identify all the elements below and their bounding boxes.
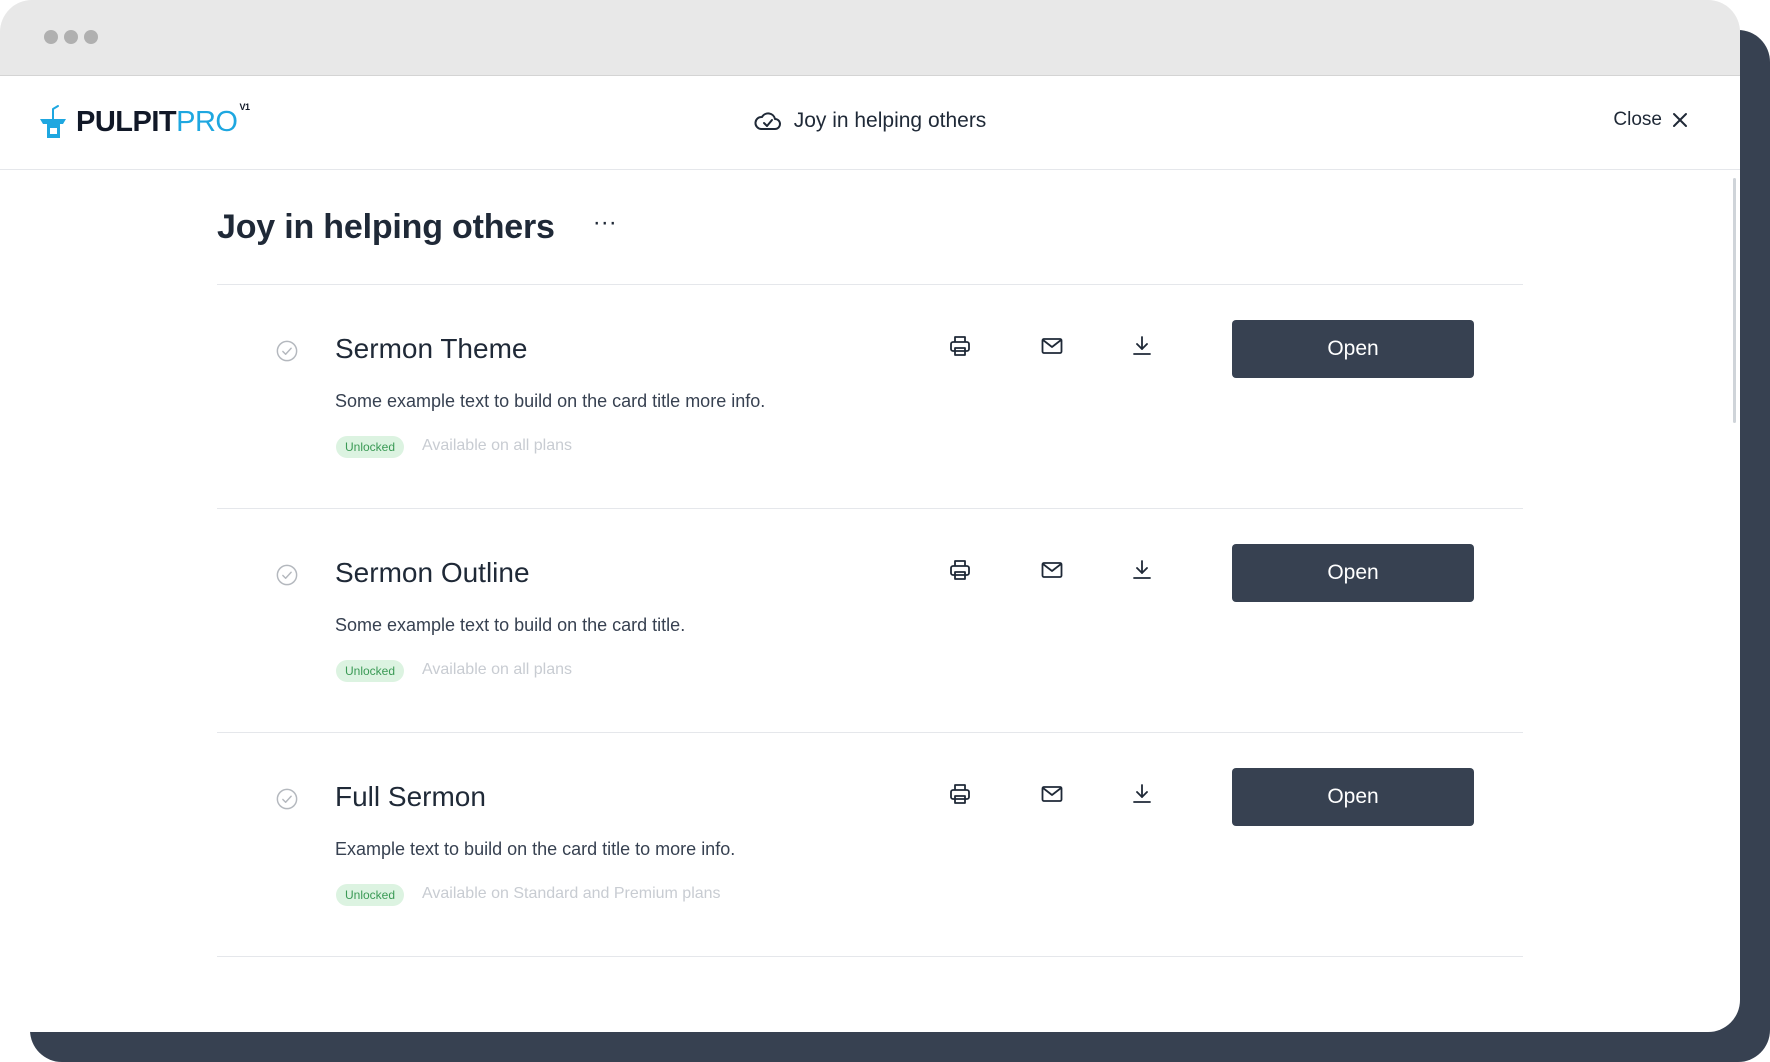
download-icon: [1133, 784, 1151, 803]
printer-icon: [950, 336, 970, 356]
window-dot-close[interactable]: [44, 30, 58, 44]
page-heading: Joy in helping others ···: [217, 170, 1523, 284]
header-title: Joy in helping others: [0, 109, 1740, 133]
main-content: Joy in helping others ··· Sermon Theme S…: [217, 170, 1523, 957]
check-circle-icon[interactable]: [276, 340, 298, 362]
download-button[interactable]: [1128, 780, 1156, 808]
availability-text: Available on Standard and Premium plans: [422, 885, 721, 902]
print-button[interactable]: [946, 556, 974, 584]
window-controls: [44, 30, 98, 44]
email-button[interactable]: [1038, 780, 1066, 808]
availability-text: Available on all plans: [422, 661, 573, 678]
mail-icon: [1041, 338, 1063, 354]
window-titlebar: [0, 0, 1740, 76]
window-dot-maximize[interactable]: [84, 30, 98, 44]
header-title-text: Joy in helping others: [793, 109, 987, 132]
resource-card-sermon-outline: Sermon Outline Some example text to buil…: [217, 509, 1523, 732]
resource-card-full-sermon: Full Sermon Example text to build on the…: [217, 733, 1523, 956]
email-button[interactable]: [1038, 556, 1066, 584]
status-badge: Unlocked: [336, 884, 405, 906]
browser-window: PULPITPRO V1 Joy in helping others Close …: [0, 0, 1740, 1032]
window-dot-minimize[interactable]: [64, 30, 78, 44]
card-title: Sermon Theme: [335, 333, 528, 364]
cloud-check-icon: [754, 112, 781, 130]
mail-icon: [1041, 562, 1063, 578]
email-button[interactable]: [1038, 332, 1066, 360]
card-title: Sermon Outline: [335, 557, 530, 588]
open-button[interactable]: Open: [1232, 544, 1474, 602]
status-badge: Unlocked: [336, 660, 405, 682]
status-badge: Unlocked: [336, 436, 405, 458]
card-title: Full Sermon: [335, 781, 486, 812]
download-icon: [1133, 560, 1151, 579]
vertical-scrollbar[interactable]: [1733, 178, 1736, 423]
availability-text: Available on all plans: [422, 437, 573, 454]
download-button[interactable]: [1128, 332, 1156, 360]
close-icon: [1673, 113, 1687, 127]
more-options-button[interactable]: ···: [593, 211, 617, 243]
close-button[interactable]: Close: [1613, 109, 1688, 131]
print-button[interactable]: [946, 780, 974, 808]
card-description: Some example text to build on the card t…: [335, 391, 766, 411]
printer-icon: [950, 784, 970, 804]
print-button[interactable]: [946, 332, 974, 360]
card-description: Some example text to build on the card t…: [335, 615, 686, 635]
card-description: Example text to build on the card title …: [335, 839, 736, 859]
app-header: PULPITPRO V1 Joy in helping others Close: [0, 76, 1740, 170]
download-button[interactable]: [1128, 556, 1156, 584]
open-button[interactable]: Open: [1232, 320, 1474, 378]
resource-card-sermon-theme: Sermon Theme Some example text to build …: [217, 285, 1523, 508]
check-circle-icon[interactable]: [276, 564, 298, 586]
page-title: Joy in helping others: [217, 207, 555, 246]
download-icon: [1133, 336, 1151, 355]
open-button[interactable]: Open: [1232, 768, 1474, 826]
check-circle-icon[interactable]: [276, 788, 298, 810]
divider: [217, 956, 1523, 957]
close-label: Close: [1613, 109, 1662, 130]
printer-icon: [950, 560, 970, 580]
mail-icon: [1041, 786, 1063, 802]
